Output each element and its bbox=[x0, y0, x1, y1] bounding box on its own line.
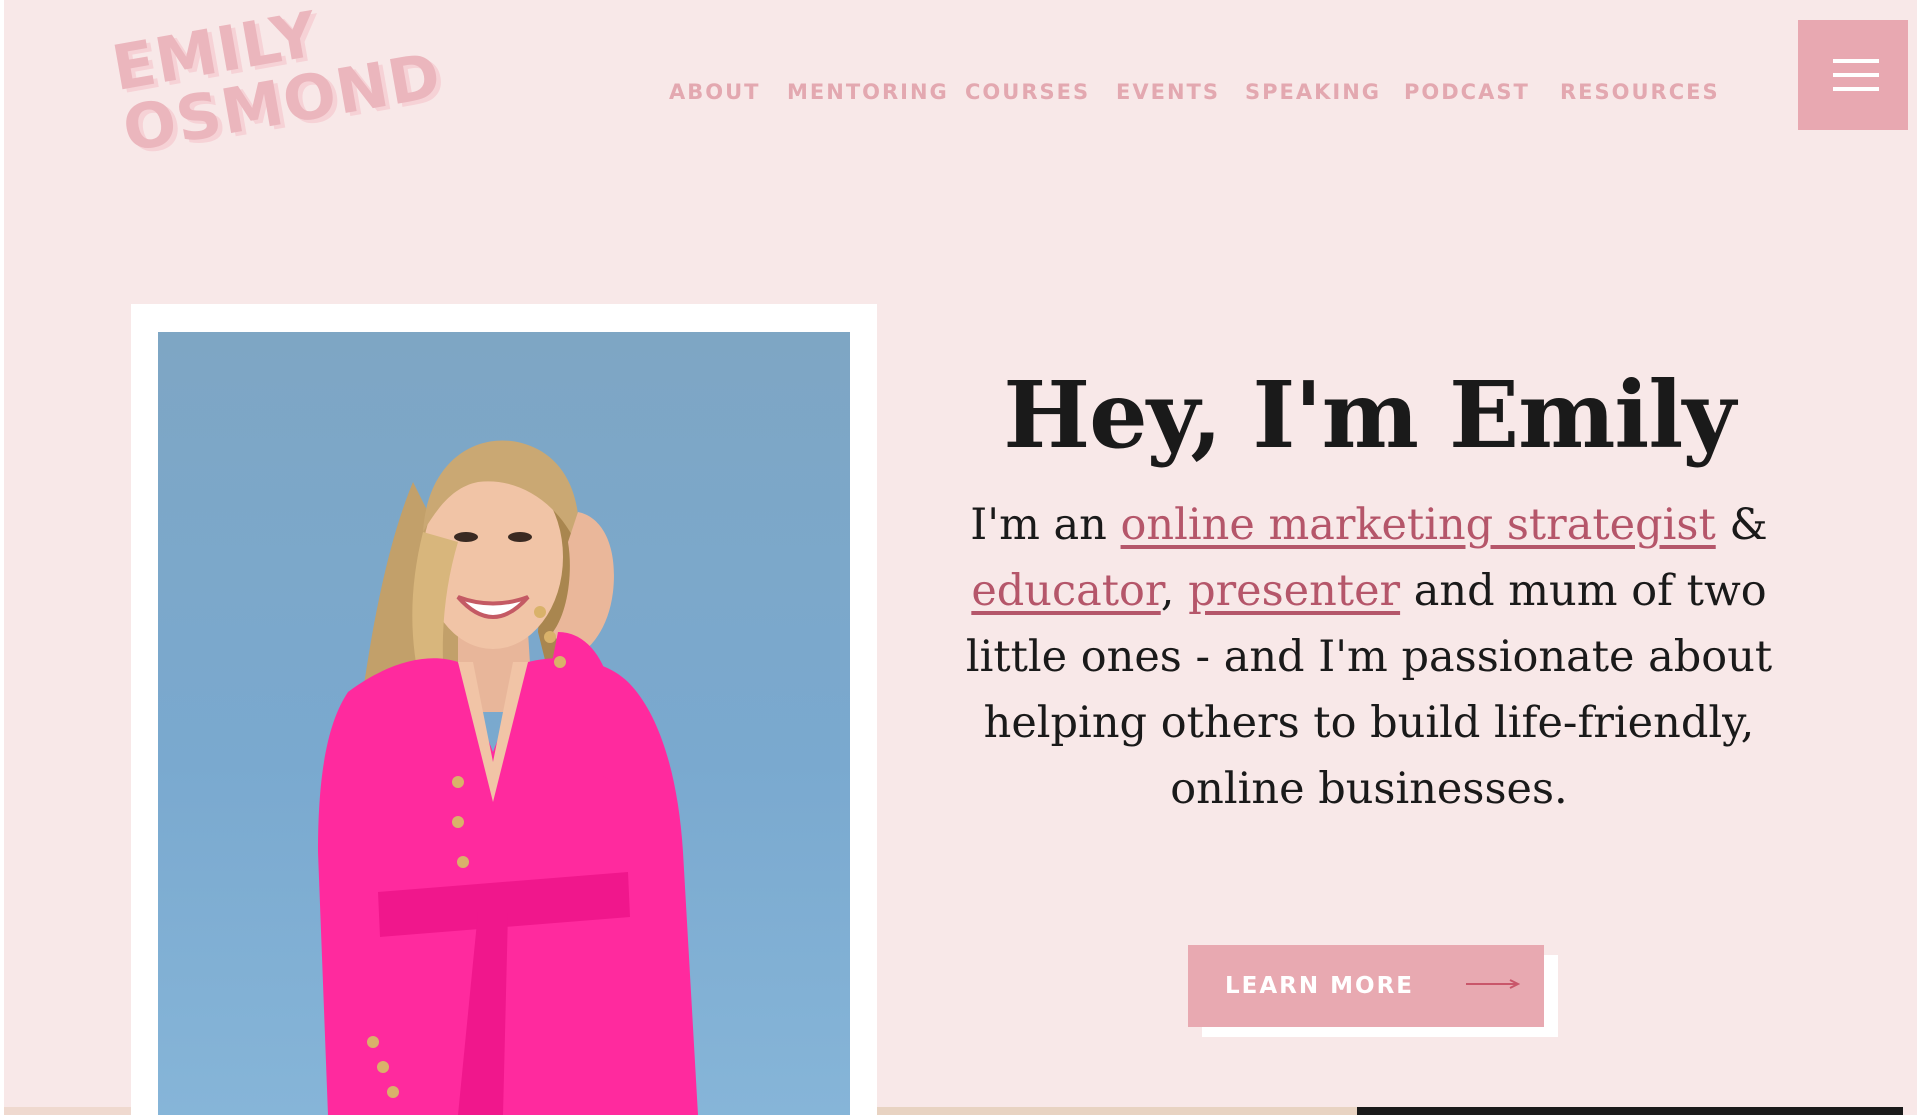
site-logo[interactable]: EMILY OSMOND bbox=[107, 0, 447, 166]
nav-events[interactable]: EVENTS bbox=[1116, 80, 1220, 104]
intro-prefix: I'm an bbox=[970, 500, 1121, 550]
nav-about[interactable]: ABOUT bbox=[669, 80, 761, 104]
site-header: EMILY OSMOND ABOUT MENTORING COURSES EVE… bbox=[4, 0, 1917, 230]
nav-speaking[interactable]: SPEAKING bbox=[1245, 80, 1381, 104]
learn-more-label: LEARN MORE bbox=[1225, 973, 1414, 999]
profile-photo bbox=[158, 332, 850, 1115]
nav-mentoring[interactable]: MENTORING bbox=[787, 80, 949, 104]
gallery-strip-right bbox=[1357, 1107, 1903, 1115]
page: EMILY OSMOND ABOUT MENTORING COURSES EVE… bbox=[4, 0, 1917, 1115]
link-presenter[interactable]: presenter bbox=[1188, 566, 1400, 616]
link-online-marketing-strategist[interactable]: online marketing strategist bbox=[1121, 500, 1716, 550]
gallery-strip-left bbox=[4, 1107, 131, 1115]
arrow-right-icon bbox=[1466, 979, 1520, 989]
gallery-strip-middle bbox=[877, 1107, 1357, 1115]
portrait-illustration bbox=[318, 440, 698, 1115]
link-educator[interactable]: educator bbox=[971, 566, 1160, 616]
comma: , bbox=[1160, 566, 1175, 616]
hero-title: Hey, I'm Emily bbox=[1003, 361, 1736, 469]
hero-intro: Hey, I'm Emily I'm an online marketing s… bbox=[964, 360, 1774, 822]
ampersand: & bbox=[1715, 500, 1768, 550]
nav-courses[interactable]: COURSES bbox=[965, 80, 1090, 104]
nav-resources[interactable]: RESOURCES bbox=[1560, 80, 1720, 104]
nav-podcast[interactable]: PODCAST bbox=[1404, 80, 1530, 104]
learn-more-button[interactable]: LEARN MORE bbox=[1188, 945, 1544, 1027]
menu-button[interactable] bbox=[1798, 20, 1908, 130]
hero-description: I'm an online marketing strategist & edu… bbox=[964, 492, 1774, 822]
